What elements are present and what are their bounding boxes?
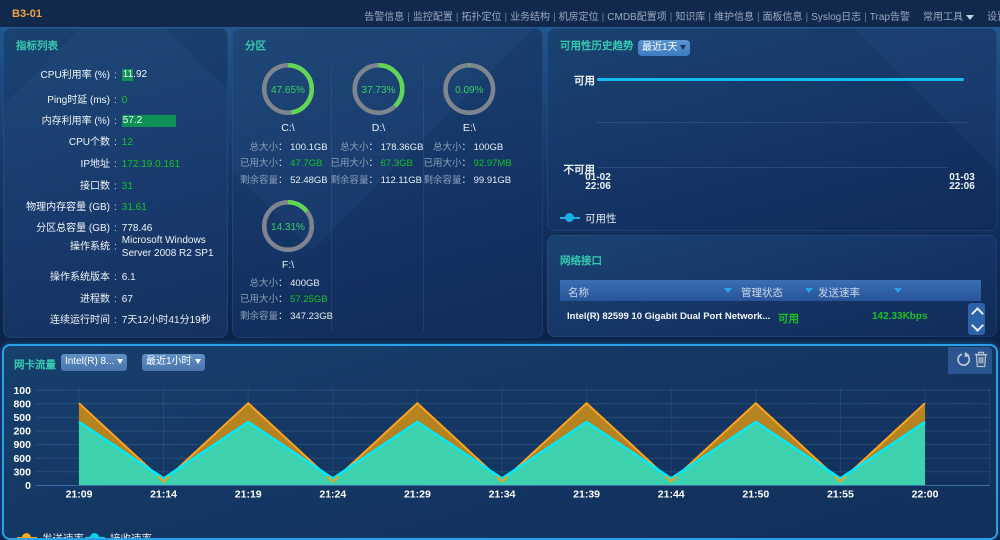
- svg-text:21:50: 21:50: [742, 489, 769, 501]
- svg-text:800: 800: [13, 398, 31, 410]
- svg-text:21:19: 21:19: [235, 489, 262, 501]
- svg-text:21:14: 21:14: [150, 489, 177, 501]
- svg-text:200: 200: [13, 426, 31, 438]
- svg-text:22:00: 22:00: [912, 489, 939, 501]
- svg-text:21:44: 21:44: [658, 489, 685, 501]
- svg-text:300: 300: [13, 466, 31, 478]
- svg-text:500: 500: [13, 412, 31, 424]
- svg-text:21:34: 21:34: [489, 489, 516, 501]
- svg-text:21:55: 21:55: [827, 489, 854, 501]
- svg-text:0: 0: [25, 480, 31, 492]
- svg-text:21:24: 21:24: [319, 489, 346, 501]
- svg-text:600: 600: [13, 453, 31, 465]
- svg-text:900: 900: [13, 439, 31, 451]
- svg-text:21:39: 21:39: [573, 489, 600, 501]
- svg-text:21:29: 21:29: [404, 489, 431, 501]
- svg-text:21:09: 21:09: [66, 489, 93, 501]
- svg-text:100: 100: [13, 385, 31, 397]
